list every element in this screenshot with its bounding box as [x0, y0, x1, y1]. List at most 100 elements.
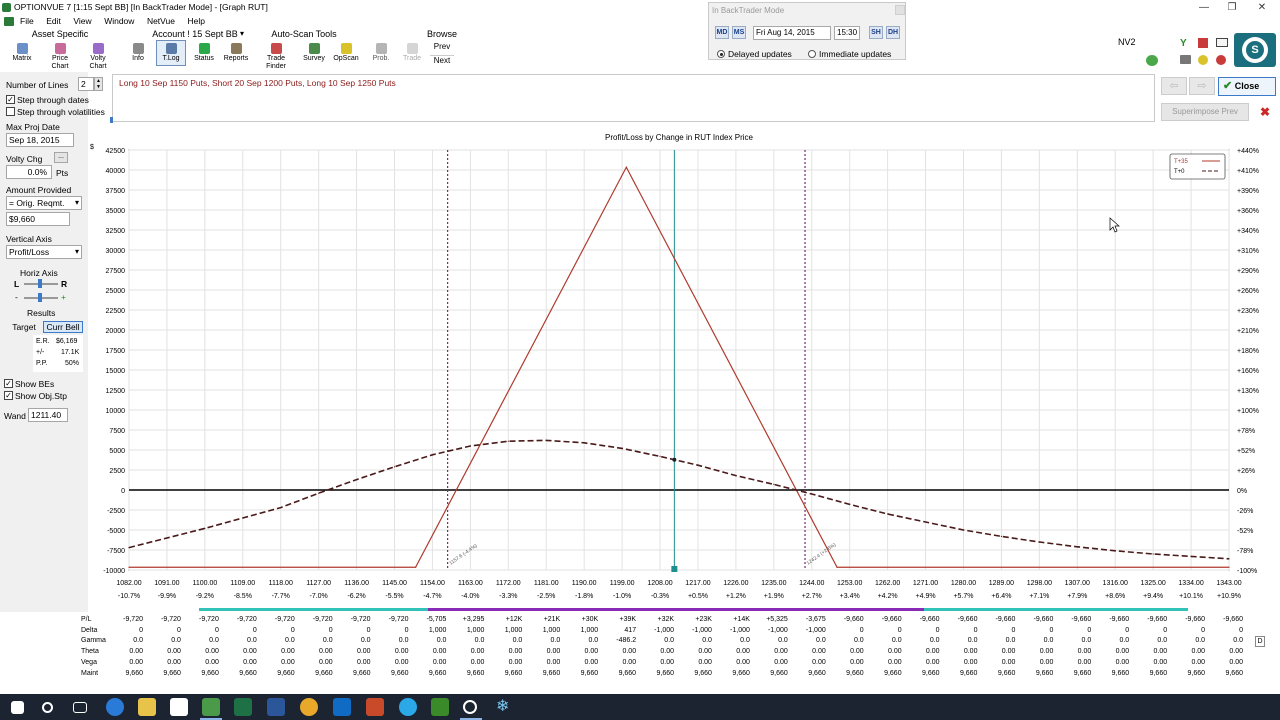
y-tick-label: 10000	[106, 408, 126, 415]
app-menu-icon[interactable]	[4, 17, 14, 26]
forward-arrow-button[interactable]: ⇨	[1189, 77, 1215, 95]
ms-button[interactable]: MS	[732, 26, 746, 39]
alert-icon[interactable]	[1198, 55, 1208, 65]
tlog-button[interactable]: T.Log	[156, 40, 186, 66]
tlog-icon	[165, 43, 177, 54]
word-icon[interactable]	[267, 698, 285, 716]
volty-chg-more-button[interactable]: ...	[54, 152, 68, 163]
table-cell: -1,000	[730, 626, 750, 634]
menu-file[interactable]: File	[20, 15, 34, 28]
wand-value-dot	[672, 457, 677, 462]
broker-icon[interactable]	[1198, 38, 1208, 48]
backtrader-time[interactable]: 15:30	[834, 26, 860, 40]
refresh-icon[interactable]	[1146, 55, 1158, 66]
show-obj-checkbox[interactable]: ✓	[4, 391, 13, 400]
y-right-tick-label: +78%	[1237, 428, 1255, 435]
account-dropdown-icon[interactable]: ▾	[240, 29, 244, 38]
reports-button[interactable]: Reports	[222, 40, 250, 66]
table-cell: 9,660	[580, 669, 599, 677]
greeks-table: P/L -9,720 -9,720 -9,720 -9,720 -9,720 -9,720 -…	[78, 614, 1268, 684]
x-tick-label: 1244.00	[799, 580, 824, 587]
yahoo-icon[interactable]: Y	[1180, 38, 1187, 49]
horiz-axis-lr-slider[interactable]	[24, 279, 58, 288]
table-cell: 0.0	[171, 637, 181, 645]
vertical-axis-select[interactable]: Profit/Loss	[6, 245, 82, 259]
table-d-button[interactable]: D	[1255, 636, 1265, 647]
browse-prev-button[interactable]: Prev	[430, 42, 454, 51]
optionvue-task-icon[interactable]	[202, 698, 220, 716]
chrome-icon[interactable]	[300, 698, 318, 716]
horiz-axis-zoom-slider[interactable]	[24, 293, 58, 302]
show-bes-checkbox[interactable]: ✓	[4, 379, 13, 388]
step-dates-checkbox[interactable]: ✓	[6, 95, 15, 104]
survey-button[interactable]: Survey	[300, 40, 328, 66]
minimize-icon[interactable]: —	[1190, 0, 1218, 15]
file-explorer-icon[interactable]	[138, 698, 156, 716]
menu-help[interactable]: Help	[188, 15, 205, 28]
prob-button[interactable]: Prob.	[368, 40, 394, 66]
close-button[interactable]: ✔ Close	[1218, 77, 1276, 96]
dh-button[interactable]: DH	[886, 26, 900, 39]
email-icon[interactable]	[1216, 38, 1228, 47]
volty-chg-input[interactable]: 0.0%	[6, 165, 52, 179]
y-tick-label: 7500	[109, 428, 125, 435]
browse-next-button[interactable]: Next	[430, 55, 454, 65]
excel-icon[interactable]	[234, 698, 252, 716]
app-active-icon[interactable]	[463, 700, 477, 714]
number-of-lines-spinner[interactable]: ▲ ▼	[94, 77, 103, 91]
printer-icon[interactable]	[1180, 55, 1191, 64]
immediate-updates-radio[interactable]	[808, 50, 816, 58]
table-cell: 0	[290, 626, 295, 634]
table-cell: -9,720	[388, 616, 409, 623]
trade-button[interactable]: Trade	[398, 40, 426, 66]
delayed-updates-radio[interactable]	[717, 50, 725, 58]
snowflake-icon[interactable]: ❄	[496, 698, 514, 716]
target-button[interactable]: Target	[8, 321, 40, 333]
price-chart-button[interactable]: Price Chart	[42, 40, 78, 70]
info-button[interactable]: Info	[124, 40, 152, 66]
description-scroll-marker[interactable]	[110, 117, 113, 123]
restore-icon[interactable]: ❐	[1218, 0, 1246, 15]
app-green-icon[interactable]	[431, 698, 449, 716]
skype-icon[interactable]	[399, 698, 417, 716]
volty-chart-button[interactable]: Volty Chart	[80, 40, 116, 70]
remove-icon[interactable]: ✖	[1257, 104, 1273, 120]
trade-finder-button[interactable]: Trade Finder	[256, 40, 296, 70]
backtrader-close-icon[interactable]	[895, 5, 905, 15]
x-tick-label: 1316.00	[1103, 580, 1128, 587]
outlook-icon[interactable]	[333, 698, 351, 716]
sh-button[interactable]: SH	[869, 26, 883, 39]
search-icon[interactable]	[42, 702, 53, 713]
stop-icon[interactable]	[1216, 55, 1226, 65]
wand-input[interactable]: 1211.40	[28, 408, 68, 422]
table-cell: 9,660	[1187, 669, 1206, 677]
number-of-lines-input[interactable]: 2	[78, 77, 94, 91]
md-button[interactable]: MD	[715, 26, 729, 39]
windows-start-icon[interactable]	[11, 701, 24, 714]
menu-edit[interactable]: Edit	[46, 15, 61, 28]
superimpose-prev-button[interactable]: Superimpose Prev	[1161, 103, 1249, 121]
menu-netvue[interactable]: NetVue	[147, 15, 175, 28]
volty-chart-icon	[92, 43, 104, 54]
pl-chart[interactable]: Profit/Loss by Change in RUT Index Price…	[88, 127, 1280, 613]
task-view-icon[interactable]	[73, 702, 87, 713]
backtrader-date[interactable]: Fri Aug 14, 2015	[753, 26, 831, 40]
group-account[interactable]: Account ! 15 Sept BB	[142, 29, 248, 39]
max-proj-date-input[interactable]: Sep 18, 2015	[6, 133, 74, 147]
step-vols-checkbox[interactable]	[6, 107, 15, 116]
curr-bell-button[interactable]: Curr Bell	[43, 321, 83, 333]
matrix-button[interactable]: Matrix	[6, 40, 38, 66]
edge-icon[interactable]	[106, 698, 124, 716]
store-icon[interactable]	[170, 698, 188, 716]
powerpoint-icon[interactable]	[366, 698, 384, 716]
opscan-button[interactable]: OpScan	[332, 40, 360, 66]
menu-window[interactable]: Window	[104, 15, 134, 28]
menu-view[interactable]: View	[73, 15, 91, 28]
back-arrow-button[interactable]: ⇦	[1161, 77, 1187, 95]
close-window-icon[interactable]: ✕	[1248, 0, 1276, 15]
optionvue-logo-icon[interactable]: S	[1234, 33, 1276, 67]
amount-provided-input[interactable]: $9,660	[6, 212, 70, 226]
position-description-box[interactable]: Long 10 Sep 1150 Puts, Short 20 Sep 1200…	[110, 74, 1155, 123]
status-button[interactable]: Status	[190, 40, 218, 66]
amount-provided-select[interactable]: = Orig. Reqmt.	[6, 196, 82, 210]
